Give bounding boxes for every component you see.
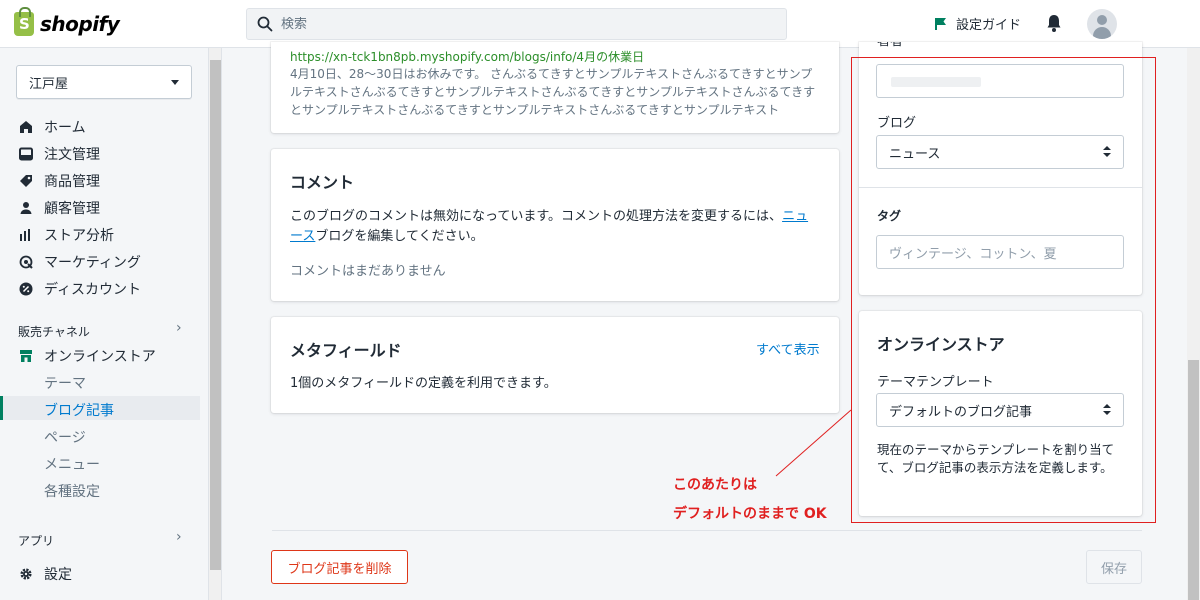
sales-channels-heading: 販売チャネル xyxy=(18,325,90,339)
store-selector[interactable]: 江戸屋 xyxy=(16,65,192,99)
delete-blog-post-button[interactable]: ブログ記事を削除 xyxy=(271,550,408,584)
sidebar-sub-pages[interactable]: ページ xyxy=(44,427,86,447)
discount-icon xyxy=(18,281,34,297)
store-icon xyxy=(18,348,34,364)
show-all-link[interactable]: すべて表示 xyxy=(756,339,820,358)
sidebar: 江戸屋 ホーム 注文管理 商品管理 顧客管理 ストア分析 マーケティング ディス… xyxy=(0,48,209,600)
sidebar-item-marketing[interactable]: マーケティング xyxy=(18,251,141,273)
search-input[interactable] xyxy=(281,16,761,32)
author-label: 著者 xyxy=(877,42,903,54)
sidebar-item-discounts[interactable]: ディスカウント xyxy=(18,278,141,300)
sidebar-sub-preferences[interactable]: 各種設定 xyxy=(44,481,100,501)
annotation-text-line2: デフォルトのままで OK xyxy=(673,506,827,522)
chevron-right-icon[interactable]: › xyxy=(176,320,182,336)
sidebar-item-orders[interactable]: 注文管理 xyxy=(18,143,100,165)
marketing-icon xyxy=(18,254,34,270)
shopify-logo[interactable]: S shopify xyxy=(14,7,120,37)
bell-icon[interactable] xyxy=(1046,13,1062,33)
sidebar-sub-themes[interactable]: テーマ xyxy=(44,373,86,393)
sidebar-item-settings[interactable]: 設定 xyxy=(18,563,72,585)
scrollbar-thumb[interactable] xyxy=(210,60,221,570)
sidebar-scrollbar[interactable] xyxy=(209,48,222,600)
gear-icon xyxy=(18,566,34,582)
save-button[interactable]: 保存 xyxy=(1086,550,1142,584)
footer-divider xyxy=(272,530,1142,531)
main-scrollbar[interactable] xyxy=(1187,48,1200,600)
analytics-icon xyxy=(18,227,34,243)
caret-down-icon xyxy=(171,80,179,85)
apps-heading[interactable]: アプリ xyxy=(18,532,54,549)
active-indicator xyxy=(0,396,3,420)
avatar[interactable] xyxy=(1087,9,1117,39)
orders-icon xyxy=(18,146,34,162)
comments-disabled-text: このブログのコメントは無効になっています。コメントの処理方法を変更するには、ニュ… xyxy=(290,209,809,244)
flag-icon xyxy=(935,17,946,30)
sidebar-item-products[interactable]: 商品管理 xyxy=(18,170,100,192)
seo-preview-card: https://xn-tck1bn8pb.myshopify.com/blogs… xyxy=(271,42,839,133)
shopify-bag-icon: S xyxy=(14,7,34,36)
top-bar: S shopify 設定ガイド xyxy=(0,0,1200,48)
metafields-title: メタフィールド xyxy=(290,341,402,360)
setup-guide-label: 設定ガイド xyxy=(956,18,1022,33)
sidebar-item-online-store[interactable]: オンラインストア xyxy=(18,345,156,367)
sidebar-sub-blog-posts[interactable]: ブログ記事 xyxy=(44,400,114,420)
comments-title: コメント xyxy=(290,173,355,192)
sidebar-item-customers[interactable]: 顧客管理 xyxy=(18,197,100,219)
comments-card: コメント このブログのコメントは無効になっています。コメントの処理方法を変更する… xyxy=(271,149,839,301)
annotation-text-line1: このあたりは xyxy=(673,477,757,493)
scrollbar-thumb[interactable] xyxy=(1188,360,1199,600)
setup-guide-button[interactable]: 設定ガイド xyxy=(934,14,1021,33)
comments-empty: コメントはまだありません xyxy=(290,264,446,279)
home-icon xyxy=(18,119,34,135)
sidebar-item-analytics[interactable]: ストア分析 xyxy=(18,224,114,246)
annotation-box xyxy=(851,57,1156,523)
chevron-right-icon[interactable]: › xyxy=(176,529,182,545)
metafields-text: 1個のメタフィールドの定義を利用できます。 xyxy=(290,376,557,391)
seo-description: 4月10日、28〜30日はお休みです。 さんぶるてきすとサンプルテキストさんぶる… xyxy=(290,67,816,117)
seo-url: https://xn-tck1bn8pb.myshopify.com/blogs… xyxy=(290,50,645,64)
logo-text: shopify xyxy=(40,12,120,36)
sidebar-item-home[interactable]: ホーム xyxy=(18,116,86,138)
customer-icon xyxy=(18,200,34,216)
tag-icon xyxy=(18,173,34,189)
search-icon xyxy=(257,16,273,32)
sidebar-sub-navigation[interactable]: メニュー xyxy=(44,454,100,474)
metafields-card: メタフィールド すべて表示 1個のメタフィールドの定義を利用できます。 xyxy=(271,317,839,413)
store-name: 江戸屋 xyxy=(29,76,69,92)
search-bar[interactable] xyxy=(246,8,787,40)
